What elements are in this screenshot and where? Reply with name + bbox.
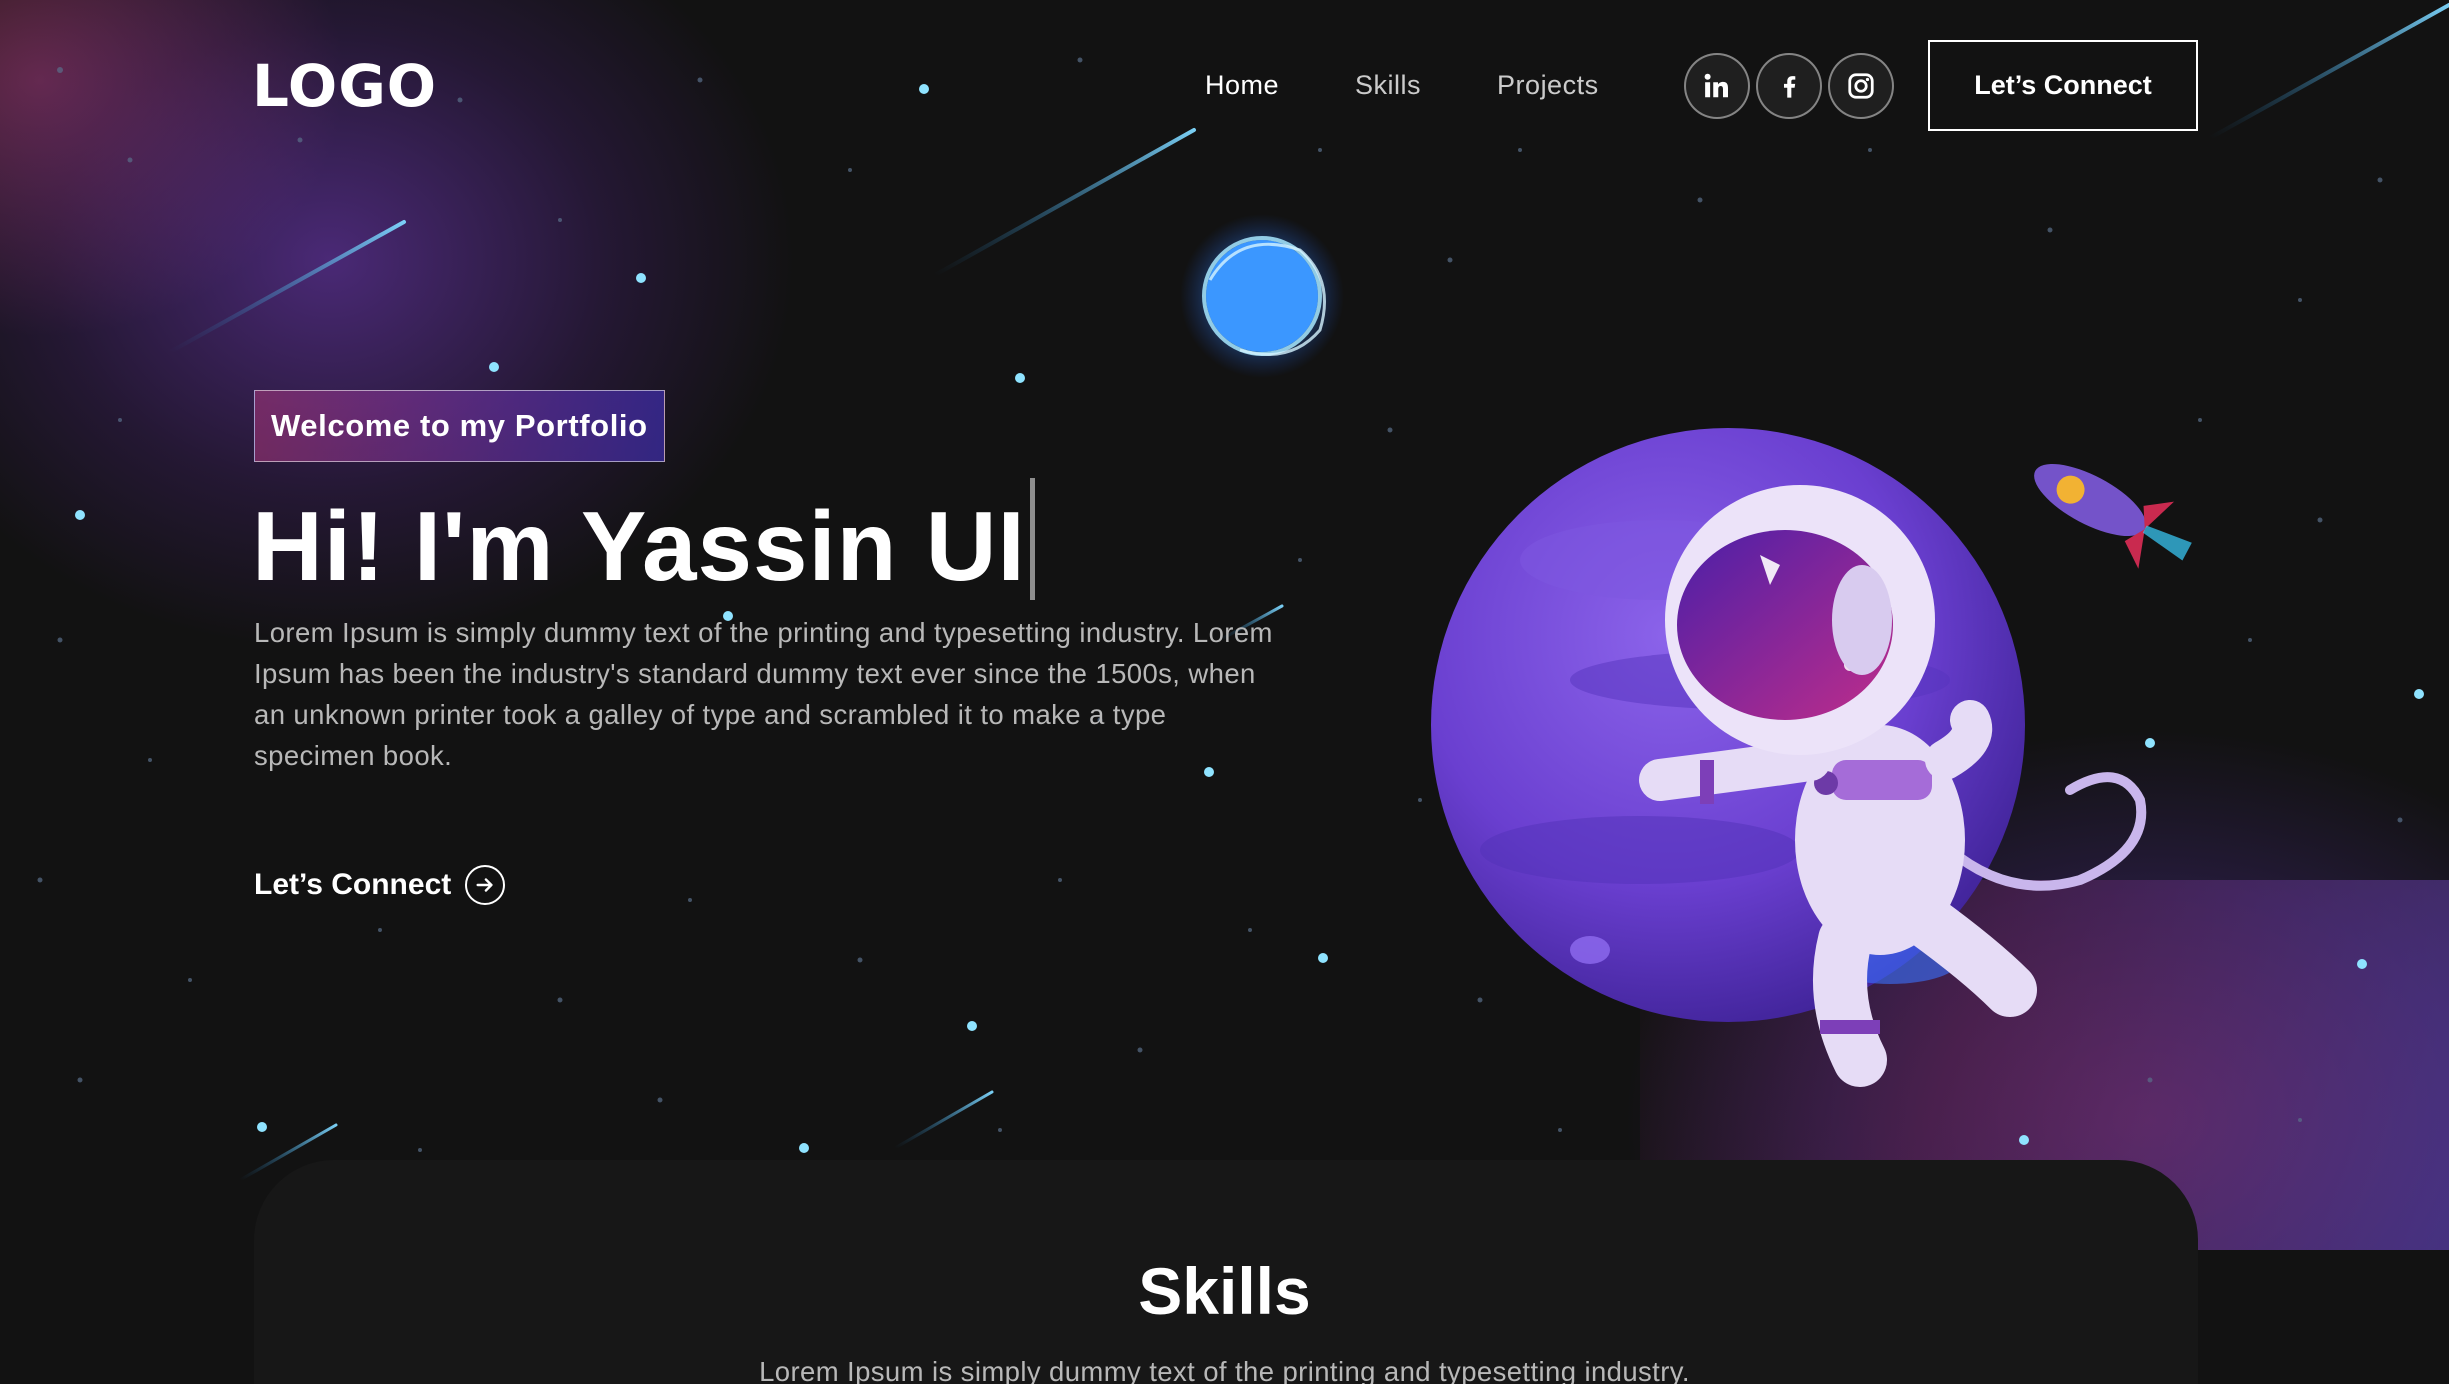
skills-description: Lorem Ipsum is simply dummy text of the … <box>759 1356 1690 1384</box>
instagram-icon <box>1848 73 1874 99</box>
glowing-orb-illustration <box>1180 214 1344 378</box>
hero-title-text: Hi! I'm Yassin UI <box>252 491 1026 601</box>
tagline-text: Welcome to my Portfolio <box>271 408 648 443</box>
arrow-right-circle-icon <box>465 865 506 905</box>
linkedin-icon <box>1704 73 1728 98</box>
nav-link-skills[interactable]: Skills <box>1355 70 1421 101</box>
main-navigation: Home Skills Projects <box>1205 70 1675 101</box>
rocket-illustration <box>2034 463 2192 569</box>
hero-description: Lorem Ipsum is simply dummy text of the … <box>254 617 1273 771</box>
typing-cursor <box>1029 478 1035 600</box>
nav-link-projects[interactable]: Projects <box>1497 70 1599 101</box>
hero-connect-label: Let’s Connect <box>254 868 452 901</box>
linkedin-button[interactable] <box>1684 53 1750 119</box>
facebook-button[interactable] <box>1756 53 1822 119</box>
lets-connect-button[interactable]: Let’s Connect <box>1928 40 2198 131</box>
facebook-icon <box>1783 76 1796 98</box>
astronaut-illustration <box>1431 428 2147 1087</box>
hero-title: Hi! I'm Yassin UI <box>252 478 1035 603</box>
site-logo[interactable]: LOGO <box>252 52 437 120</box>
portfolio-page: LOGO Home Skills Projects Let’s Connect … <box>0 0 2449 1384</box>
hero-connect-link[interactable]: Let’s Connect <box>254 865 506 905</box>
skills-heading: Skills <box>1138 1254 1311 1328</box>
instagram-button[interactable] <box>1828 53 1894 119</box>
welcome-tagline: Welcome to my Portfolio <box>254 390 665 462</box>
nav-link-home[interactable]: Home <box>1205 70 1279 101</box>
